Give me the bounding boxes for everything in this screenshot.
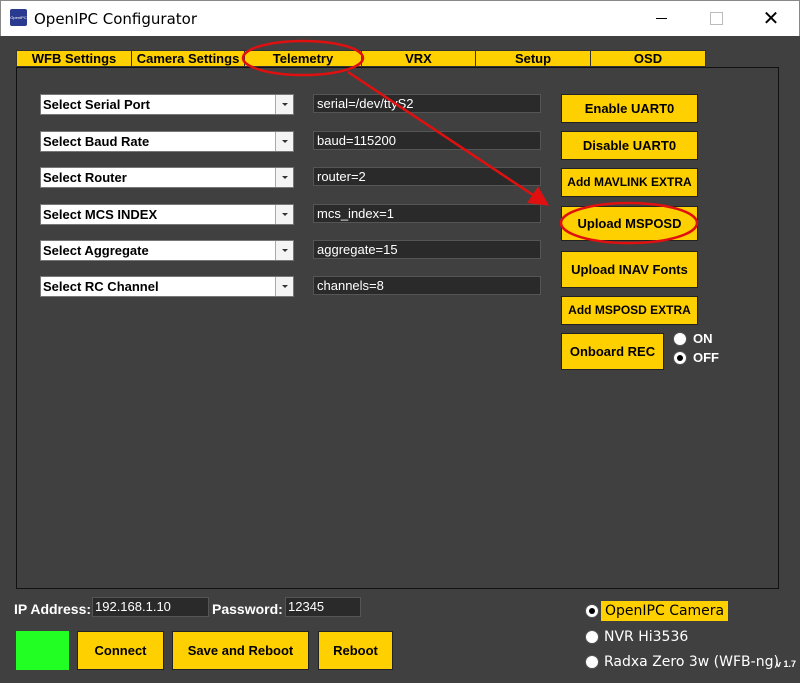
minimize-button[interactable] — [639, 1, 685, 35]
upload-msposd-button[interactable]: Upload MSPOSD — [561, 206, 698, 241]
tab-telemetry[interactable]: Telemetry — [244, 50, 362, 67]
save-and-reboot-button[interactable]: Save and Reboot — [172, 631, 309, 670]
openipc-camera-label: OpenIPC Camera — [601, 601, 729, 621]
add-mavlink-extra-button[interactable]: Add MAVLINK EXTRA — [561, 168, 698, 197]
tab-vrx[interactable]: VRX — [361, 50, 476, 67]
window-title: OpenIPC Configurator — [34, 10, 197, 28]
chevron-down-icon[interactable] — [275, 205, 293, 224]
nvr-hi3536-label: NVR Hi3536 — [604, 629, 689, 645]
router-select-label: Select Router — [43, 170, 127, 185]
aggregate-select-label: Select Aggregate — [43, 243, 149, 258]
serial-value-field[interactable]: serial=/dev/ttyS2 — [313, 94, 541, 113]
upload-inav-fonts-button[interactable]: Upload INAV Fonts — [561, 251, 698, 288]
router-select[interactable]: Select Router — [40, 167, 294, 188]
tab-camera-settings[interactable]: Camera Settings — [131, 50, 245, 67]
password-label: Password: — [212, 601, 283, 617]
reboot-button[interactable]: Reboot — [318, 631, 393, 670]
router-value-field[interactable]: router=2 — [313, 167, 541, 186]
radio-on[interactable] — [673, 332, 687, 346]
app-icon-label: OpenIPC — [10, 15, 27, 20]
rc-channel-select[interactable]: Select RC Channel — [40, 276, 294, 297]
serial-port-select-label: Select Serial Port — [43, 97, 150, 112]
chevron-down-icon[interactable] — [275, 168, 293, 187]
openipc-app-icon: OpenIPC — [10, 9, 27, 26]
radio-on-label: ON — [693, 331, 713, 346]
chevron-down-icon[interactable] — [275, 241, 293, 260]
baud-rate-select-label: Select Baud Rate — [43, 134, 150, 149]
serial-port-select[interactable]: Select Serial Port — [40, 94, 294, 115]
channels-value-field[interactable]: channels=8 — [313, 276, 541, 295]
radio-off-label: OFF — [693, 350, 719, 365]
add-msposd-extra-button[interactable]: Add MSPOSD EXTRA — [561, 296, 698, 325]
connection-status-indicator — [16, 631, 69, 670]
radio-radxa-zero[interactable] — [585, 655, 599, 669]
maximize-button[interactable] — [693, 1, 739, 35]
rc-channel-select-label: Select RC Channel — [43, 279, 159, 294]
mcs-index-select-label: Select MCS INDEX — [43, 207, 158, 222]
disable-uart0-button[interactable]: Disable UART0 — [561, 131, 698, 160]
version-label: v 1.7 — [776, 659, 797, 669]
radxa-zero-label: Radxa Zero 3w (WFB-ng) — [604, 654, 779, 670]
baud-value-field[interactable]: baud=115200 — [313, 131, 541, 150]
close-button[interactable]: ✕ — [748, 1, 794, 35]
radio-openipc-camera[interactable] — [585, 604, 599, 618]
onboard-rec-button[interactable]: Onboard REC — [561, 333, 664, 370]
chevron-down-icon[interactable] — [275, 95, 293, 114]
ip-address-label: IP Address: — [14, 601, 92, 617]
radio-off[interactable] — [673, 351, 687, 365]
tab-setup[interactable]: Setup — [475, 50, 591, 67]
tab-osd[interactable]: OSD — [590, 50, 706, 67]
password-field[interactable]: 12345 — [285, 597, 361, 617]
chevron-down-icon[interactable] — [275, 277, 293, 296]
title-bar: OpenIPC OpenIPC Configurator ✕ — [0, 0, 800, 36]
tab-wfb-settings[interactable]: WFB Settings — [16, 50, 132, 67]
baud-rate-select[interactable]: Select Baud Rate — [40, 131, 294, 152]
aggregate-value-field[interactable]: aggregate=15 — [313, 240, 541, 259]
aggregate-select[interactable]: Select Aggregate — [40, 240, 294, 261]
ip-address-field[interactable]: 192.168.1.10 — [92, 597, 209, 617]
enable-uart0-button[interactable]: Enable UART0 — [561, 94, 698, 123]
chevron-down-icon[interactable] — [275, 132, 293, 151]
radio-nvr-hi3536[interactable] — [585, 630, 599, 644]
connect-button[interactable]: Connect — [77, 631, 164, 670]
mcs-index-value-field[interactable]: mcs_index=1 — [313, 204, 541, 223]
mcs-index-select[interactable]: Select MCS INDEX — [40, 204, 294, 225]
